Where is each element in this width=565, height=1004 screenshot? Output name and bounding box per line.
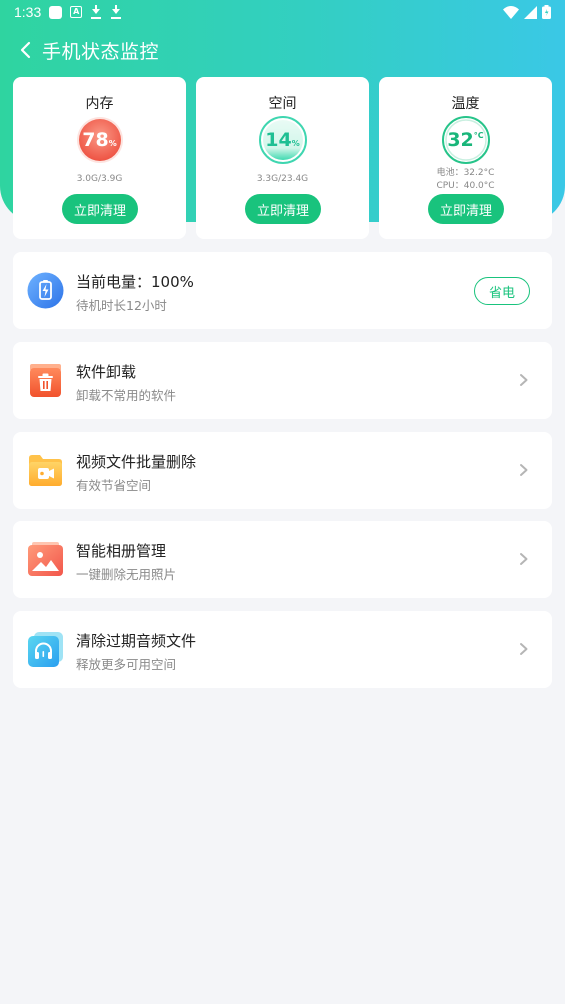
temperature-card: 温度 32°C 电池：32.2°C CPU：40.0°C 立即清理 [379,77,552,239]
trash-icon [30,364,61,397]
photo-album-icon [28,542,63,576]
battery-charge-icon [27,272,64,309]
power-save-button[interactable]: 省电 [474,277,530,305]
storage-label: 空间 [268,96,297,112]
photo-album-subtitle: 一键删除无用照片 [76,567,177,582]
wifi-icon [503,5,519,19]
temperature-value: 32°C [447,129,484,151]
storage-value: 14% [265,129,300,151]
temperature-label: 温度 [451,96,480,112]
chevron-right-icon [520,464,528,476]
status-time: 1:33 [14,4,42,20]
memory-value: 78% [82,129,117,151]
headphones-icon [28,632,63,667]
app-uninstall-subtitle: 卸载不常用的软件 [76,388,177,403]
list-item-video-delete[interactable]: 视频文件批量删除 有效节省空间 [13,432,552,509]
temperature-details: 电池：32.2°C CPU：40.0°C [379,167,552,193]
video-delete-title: 视频文件批量删除 [76,453,197,471]
page-title: 手机状态监控 [42,40,160,63]
memory-usage-text: 3.0G/3.9G [76,174,123,184]
chevron-right-icon [520,374,528,386]
title-bar: 手机状态监控 [0,32,565,68]
download-icon [90,5,102,19]
notification-a-icon: A [70,6,83,18]
video-folder-icon [29,455,62,486]
audio-clean-subtitle: 释放更多可用空间 [76,657,177,672]
storage-card: 空间 14% 3.3G/23.4G 立即清理 [196,77,369,239]
audio-clean-title: 清除过期音频文件 [76,632,197,650]
battery-card: 当前电量：100% 待机时长12小时 省电 [13,252,552,329]
memory-card: 内存 78% 3.0G/3.9G 立即清理 [13,77,186,239]
chevron-right-icon [520,643,528,655]
signal-icon [524,5,537,19]
download-icon-2 [110,5,122,19]
status-bar: 1:33 A [0,0,565,24]
list-item-app-uninstall[interactable]: 软件卸载 卸载不常用的软件 [13,342,552,419]
list-item-audio-clean[interactable]: 清除过期音频文件 释放更多可用空间 [13,611,552,688]
battery-temp-text: 电池：32.2°C [436,168,495,178]
temperature-clean-button[interactable]: 立即清理 [428,194,504,224]
battery-standby-text: 待机时长12小时 [76,298,167,313]
storage-usage-text: 3.3G/23.4G [256,174,309,184]
battery-level-text: 当前电量：100% [76,273,194,291]
memory-clean-button[interactable]: 立即清理 [62,194,138,224]
photo-album-title: 智能相册管理 [76,542,167,560]
cpu-temp-text: CPU：40.0°C [436,181,495,191]
back-arrow-icon[interactable] [14,39,36,61]
chevron-right-icon [520,553,528,565]
video-delete-subtitle: 有效节省空间 [76,478,152,493]
memory-label: 内存 [85,96,114,112]
app-uninstall-title: 软件卸载 [76,363,137,381]
list-item-photo-album[interactable]: 智能相册管理 一键删除无用照片 [13,521,552,598]
notification-square-icon [49,5,63,19]
battery-icon [542,5,551,19]
storage-clean-button[interactable]: 立即清理 [245,194,321,224]
